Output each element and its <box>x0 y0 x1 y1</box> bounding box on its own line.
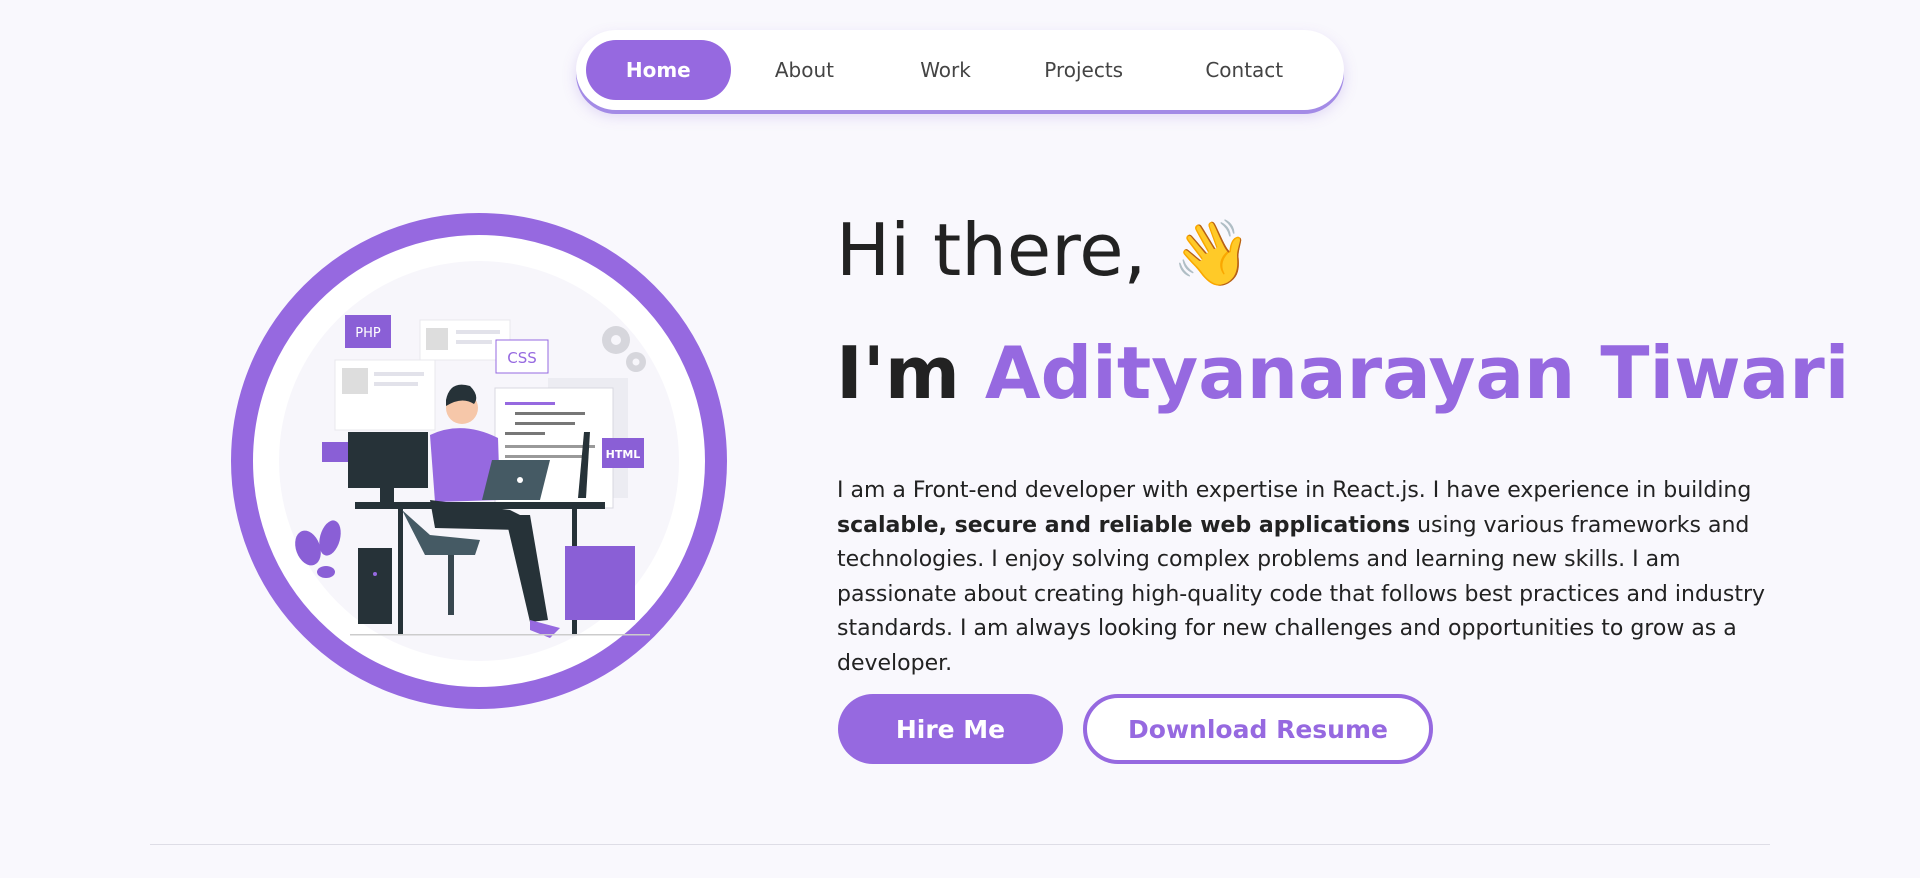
nav-item-about[interactable]: About <box>731 40 879 100</box>
wave-emoji-icon: 👋 <box>1172 217 1253 291</box>
developer-name: Adityanarayan Tiwari <box>984 331 1850 415</box>
hero-illustration: PHP CSS HTML <box>230 210 728 712</box>
bio-part-1: I am a Front-end developer with expertis… <box>837 478 1752 503</box>
greeting-text: Hi there, <box>836 208 1147 292</box>
nav-item-work[interactable]: Work <box>878 40 1013 100</box>
bio-paragraph: I am a Front-end developer with expertis… <box>837 474 1772 681</box>
nav-bar-container: Home About Work Projects Contact <box>576 30 1344 110</box>
svg-text:PHP: PHP <box>355 326 381 341</box>
css-tag-icon: CSS <box>495 339 549 374</box>
svg-text:CSS: CSS <box>507 349 537 367</box>
hire-me-button[interactable]: Hire Me <box>838 694 1063 764</box>
greeting-heading: Hi there, 👋 <box>836 205 1252 299</box>
nav-bar: Home About Work Projects Contact <box>576 30 1344 110</box>
section-divider <box>150 844 1770 845</box>
bio-bold: scalable, secure and reliable web applic… <box>837 512 1411 538</box>
nav-item-contact[interactable]: Contact <box>1154 40 1334 100</box>
html-tag-icon: HTML <box>602 438 644 468</box>
svg-text:HTML: HTML <box>606 448 641 461</box>
nav-item-projects[interactable]: Projects <box>1013 40 1155 100</box>
nav-item-home[interactable]: Home <box>586 40 731 100</box>
name-heading: I'm Adityanarayan Tiwari <box>836 328 1849 418</box>
php-tag-icon: PHP <box>345 315 391 348</box>
intro-prefix: I'm <box>836 331 985 415</box>
download-resume-button[interactable]: Download Resume <box>1083 694 1433 764</box>
